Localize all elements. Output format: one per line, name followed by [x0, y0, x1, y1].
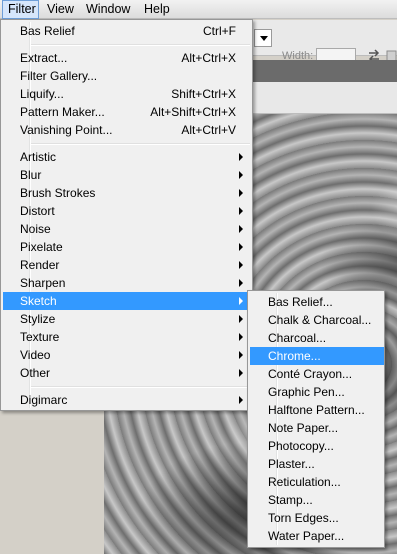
submenu-item-charcoal[interactable]: Charcoal...: [250, 329, 384, 347]
submenu-arrow-icon: [239, 153, 243, 161]
menu-help[interactable]: Help: [144, 0, 170, 19]
submenu-arrow-icon: [239, 171, 243, 179]
submenu-item-bas-relief[interactable]: Bas Relief...: [250, 293, 384, 311]
menu-view[interactable]: View: [47, 0, 74, 19]
menu-item-render[interactable]: Render: [3, 256, 252, 274]
submenu-item-note-paper[interactable]: Note Paper...: [250, 419, 384, 437]
dropdown-arrow-icon[interactable]: [254, 29, 272, 47]
menu-item-texture[interactable]: Texture: [3, 328, 252, 346]
submenu-arrow-icon: [239, 333, 243, 341]
submenu-arrow-icon: [239, 351, 243, 359]
menu-item-liquify[interactable]: Liquify... Shift+Ctrl+X: [3, 85, 252, 103]
submenu-item-photocopy[interactable]: Photocopy...: [250, 437, 384, 455]
menu-filter[interactable]: Filter: [2, 0, 39, 19]
menu-separator: [31, 143, 250, 145]
submenu-arrow-icon: [239, 243, 243, 251]
menu-item-distort[interactable]: Distort: [3, 202, 252, 220]
submenu-arrow-icon: [239, 207, 243, 215]
submenu-arrow-icon: [239, 396, 243, 404]
submenu-item-water-paper[interactable]: Water Paper...: [250, 527, 384, 545]
submenu-item-graphic-pen[interactable]: Graphic Pen...: [250, 383, 384, 401]
menu-item-filter-gallery[interactable]: Filter Gallery...: [3, 67, 252, 85]
submenu-arrow-icon: [239, 225, 243, 233]
menu-item-pixelate[interactable]: Pixelate: [3, 238, 252, 256]
menu-item-sharpen[interactable]: Sharpen: [3, 274, 252, 292]
submenu-item-chrome[interactable]: Chrome...: [250, 347, 384, 365]
menu-item-pattern-maker[interactable]: Pattern Maker... Alt+Shift+Ctrl+X: [3, 103, 252, 121]
submenu-arrow-icon: [239, 261, 243, 269]
document-tab-strip: [246, 82, 397, 114]
menu-window[interactable]: Window: [86, 0, 130, 19]
sketch-submenu: Bas Relief... Chalk & Charcoal... Charco…: [247, 290, 385, 548]
menu-item-stylize[interactable]: Stylize: [3, 310, 252, 328]
menu-item-digimarc[interactable]: Digimarc: [3, 391, 252, 409]
submenu-item-reticulation[interactable]: Reticulation...: [250, 473, 384, 491]
menu-item-sketch[interactable]: Sketch: [3, 292, 252, 310]
submenu-arrow-icon: [239, 279, 243, 287]
menu-item-video[interactable]: Video: [3, 346, 252, 364]
submenu-item-conte-crayon[interactable]: Conté Crayon...: [250, 365, 384, 383]
submenu-arrow-icon: [239, 297, 243, 305]
submenu-item-plaster[interactable]: Plaster...: [250, 455, 384, 473]
document-title-bar: [246, 60, 397, 82]
menu-item-brush-strokes[interactable]: Brush Strokes: [3, 184, 252, 202]
submenu-item-halftone-pattern[interactable]: Halftone Pattern...: [250, 401, 384, 419]
menu-item-artistic[interactable]: Artistic: [3, 148, 252, 166]
menu-separator: [31, 386, 250, 388]
submenu-arrow-icon: [239, 369, 243, 377]
menu-item-vanishing-point[interactable]: Vanishing Point... Alt+Ctrl+V: [3, 121, 252, 139]
submenu-arrow-icon: [239, 189, 243, 197]
filter-menu: Bas Relief Ctrl+F Extract... Alt+Ctrl+X …: [0, 19, 253, 411]
menu-item-other[interactable]: Other: [3, 364, 252, 382]
menu-item-noise[interactable]: Noise: [3, 220, 252, 238]
submenu-item-chalk-charcoal[interactable]: Chalk & Charcoal...: [250, 311, 384, 329]
menu-bar: Filter View Window Help: [0, 0, 397, 19]
menu-separator: [31, 44, 250, 46]
menu-item-extract[interactable]: Extract... Alt+Ctrl+X: [3, 49, 252, 67]
menu-item-last-filter[interactable]: Bas Relief Ctrl+F: [3, 22, 252, 40]
submenu-item-torn-edges[interactable]: Torn Edges...: [250, 509, 384, 527]
submenu-arrow-icon: [239, 315, 243, 323]
submenu-item-stamp[interactable]: Stamp...: [250, 491, 384, 509]
menu-item-blur[interactable]: Blur: [3, 166, 252, 184]
